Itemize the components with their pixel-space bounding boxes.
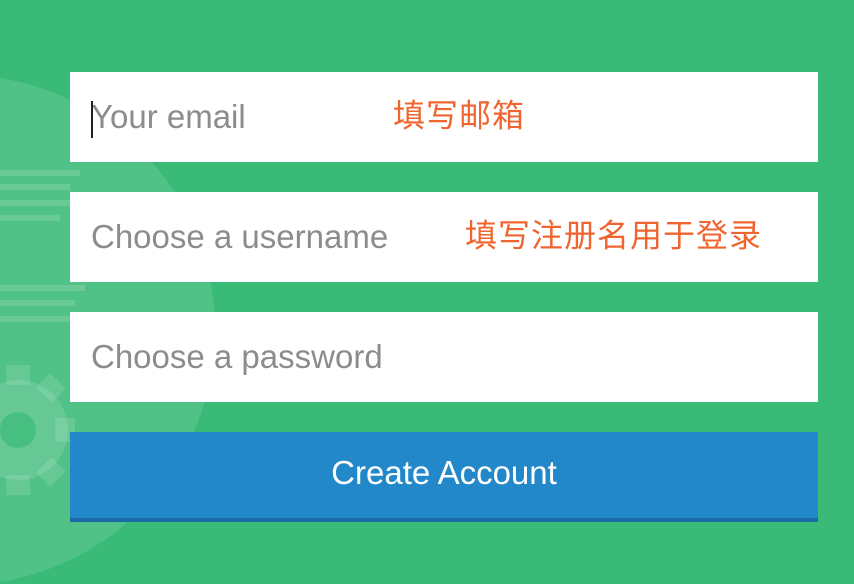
text-cursor — [91, 101, 93, 138]
password-input[interactable] — [70, 312, 818, 402]
email-annotation: 填写邮箱 — [393, 96, 526, 135]
password-field-wrapper — [70, 312, 818, 402]
username-annotation: 填写注册名用于登录 — [465, 216, 763, 255]
create-account-button[interactable]: Create Account — [70, 432, 818, 522]
username-field-wrapper: 填写注册名用于登录 — [70, 192, 818, 282]
email-field-wrapper: 填写邮箱 — [70, 72, 818, 162]
signup-form: 填写邮箱 填写注册名用于登录 Create Account — [70, 72, 818, 522]
